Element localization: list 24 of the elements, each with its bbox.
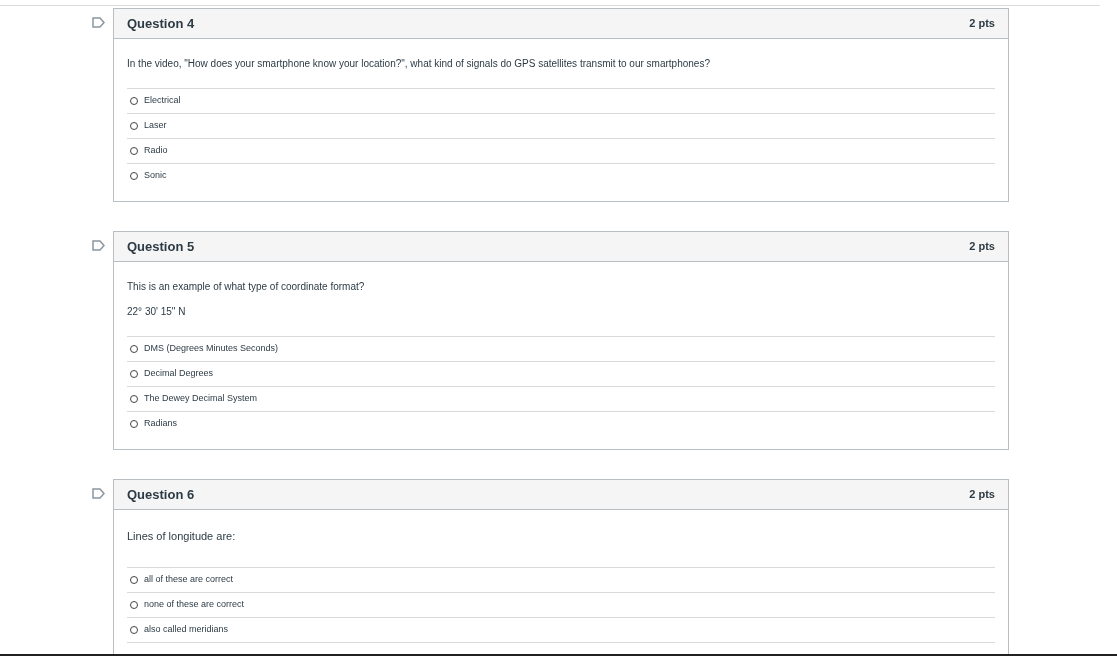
points-label: 2 pts xyxy=(969,239,995,255)
question-title: Question 5 xyxy=(127,237,195,256)
question-text: In the video, "How does your smartphone know your location?", what kind of signals do GPS satellites transmit to our smartphones? xyxy=(127,57,711,71)
flag-icon[interactable] xyxy=(92,488,105,499)
question-text: This is an example of what type of coordinate format? xyxy=(127,280,366,294)
question-text: 22° 30' 15" N xyxy=(127,305,187,319)
question-text: Lines of longitude are: xyxy=(127,529,237,544)
answer-label: Laser xyxy=(144,119,167,133)
question-title: Question 6 xyxy=(127,485,195,504)
answer-label: none of these are correct xyxy=(144,598,245,612)
answer-label: Decimal Degrees xyxy=(144,367,214,381)
answer-label: The Dewey Decimal System xyxy=(144,392,258,406)
flag-icon[interactable] xyxy=(92,240,105,251)
flag-icon[interactable] xyxy=(92,17,105,28)
points-label: 2 pts xyxy=(969,16,995,32)
answer-label: DMS (Degrees Minutes Seconds) xyxy=(144,342,279,356)
answer-label: also called meridians xyxy=(144,623,229,637)
question-title: Question 4 xyxy=(127,14,195,33)
answer-label: Radio xyxy=(144,144,168,158)
answer-label: Sonic xyxy=(144,169,167,183)
answer-label: Electrical xyxy=(144,94,181,108)
answer-label: all of these are correct xyxy=(144,573,234,587)
answer-label: Radians xyxy=(144,417,178,431)
points-label: 2 pts xyxy=(969,487,995,503)
